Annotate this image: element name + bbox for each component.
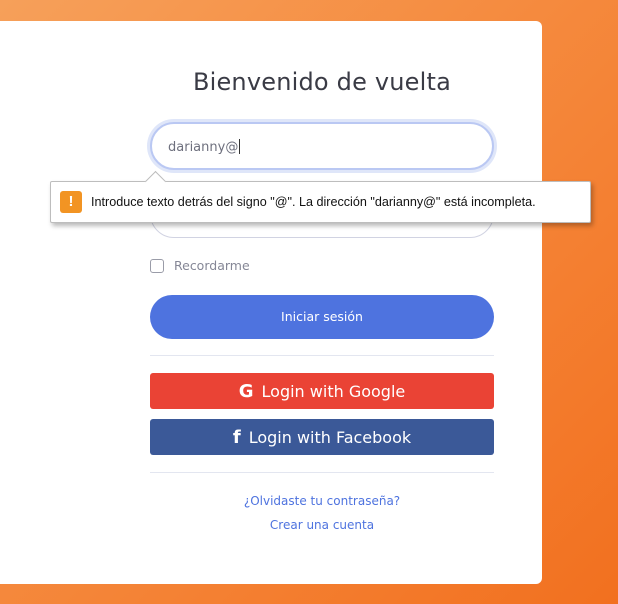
facebook-login-button[interactable]: f Login with Facebook bbox=[150, 419, 494, 455]
text-caret bbox=[239, 139, 241, 154]
page-title: Bienvenido de vuelta bbox=[192, 68, 452, 96]
google-icon: G bbox=[238, 380, 254, 402]
warning-icon: ! bbox=[60, 191, 82, 213]
facebook-icon: f bbox=[232, 426, 241, 448]
google-login-button[interactable]: G Login with Google bbox=[150, 373, 494, 409]
create-account-link[interactable]: Crear una cuenta bbox=[150, 518, 494, 532]
divider bbox=[150, 472, 494, 473]
validation-tooltip: ! Introduce texto detrás del signo "@". … bbox=[50, 181, 591, 223]
remember-label[interactable]: Recordarme bbox=[174, 258, 250, 273]
login-button[interactable]: Iniciar sesión bbox=[150, 295, 494, 339]
validation-message: Introduce texto detrás del signo "@". La… bbox=[91, 195, 536, 209]
email-field[interactable]: darianny@ bbox=[150, 122, 494, 170]
facebook-login-label: Login with Facebook bbox=[248, 427, 412, 447]
email-value: darianny@ bbox=[168, 139, 241, 155]
remember-me[interactable]: Recordarme bbox=[150, 258, 250, 273]
divider bbox=[150, 355, 494, 356]
google-login-label: Login with Google bbox=[261, 381, 406, 401]
remember-checkbox[interactable] bbox=[150, 258, 164, 273]
forgot-password-link[interactable]: ¿Olvidaste tu contraseña? bbox=[150, 494, 494, 508]
